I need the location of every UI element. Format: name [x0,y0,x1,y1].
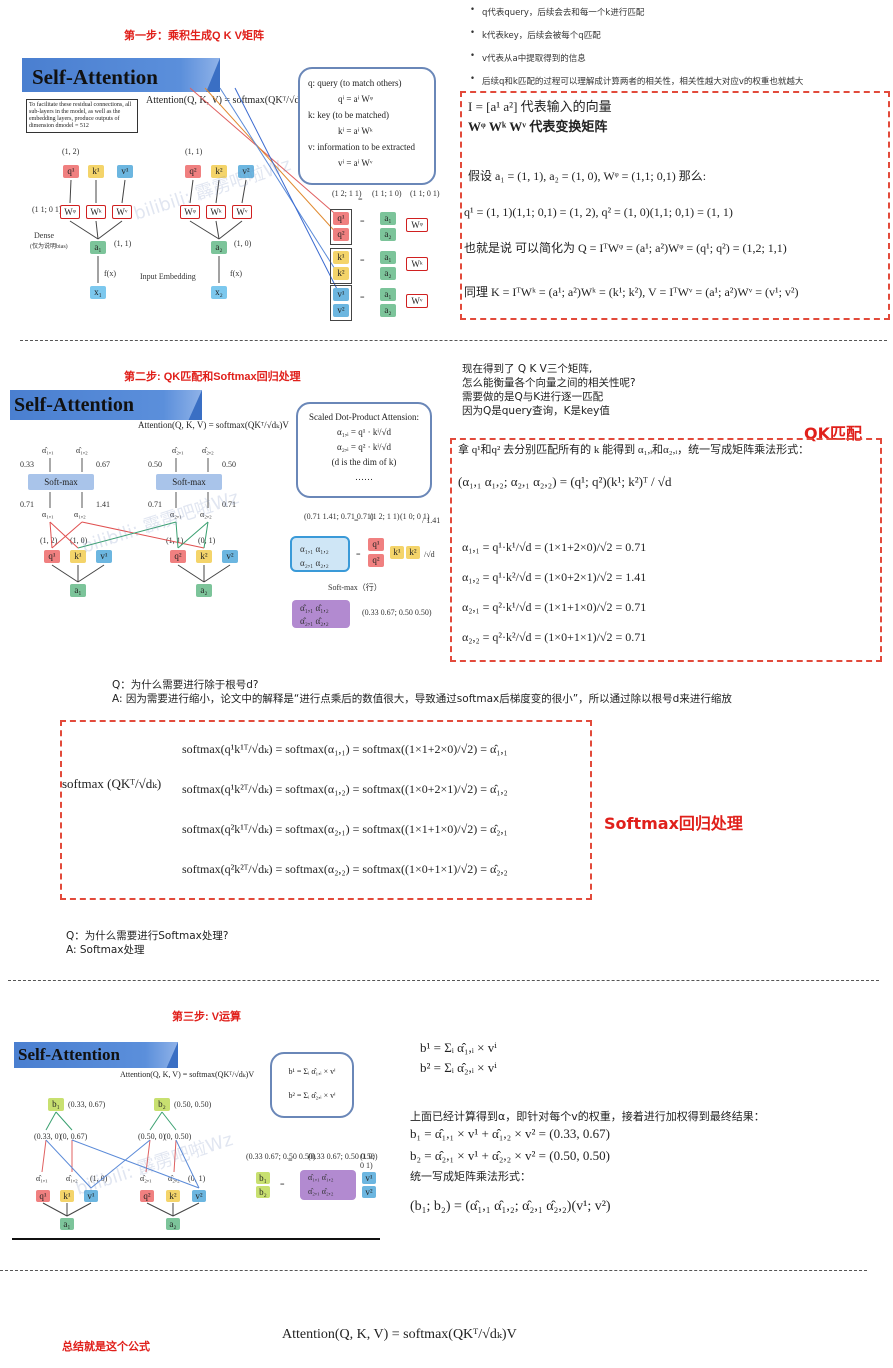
b-matrix: (b₁; b₂) = (α̂₁,₁ α̂₁,₂; α̂₂,₁ α̂₂,₂)(v¹… [410,1199,611,1214]
softmax-row: Soft-max（行） [328,583,382,592]
step1-math-box: I = [a¹ a²] 代表输入的向量 Wᵠ Wᵏ Wᵛ 代表变换矩阵 假设 a… [460,91,890,320]
scaled-dot-bubble: Scaled Dot-Product Attension: α₁,ᵢ = q¹ … [296,402,432,498]
separator-3 [0,1270,867,1271]
step1-title: 第一步：乘积生成Q K V矩阵 [124,30,264,42]
summary-formula: Attention(Q, K, V) = softmax(QKᵀ/√dₖ)V [282,1327,517,1342]
separator-2 [8,980,879,981]
b-definitions: b¹ = Σᵢ α̂₁,ᵢ × vⁱ b² = Σᵢ α̂₂,ᵢ × vⁱ [420,1040,497,1075]
answer-2: A: Softmax处理 [66,944,145,956]
step3-unify: 统一写成矩阵乘法形式： [410,1170,531,1183]
answer-1: A: 因为需要进行缩小，论文中的解释是“进行点乘后的数值很大，导致通过softm… [112,693,732,705]
step3-desc: 上面已经计算得到α，即针对每个v的权重，接着进行加权得到最终结果： [410,1110,765,1123]
question-1: Q：为什么需要进行除于根号d? [112,679,259,691]
step3-figure: Self-Attention Attention(Q, K, V) = soft… [12,1040,380,1240]
qk-match-box: 拿 q¹和q² 去分别匹配所有的 k 能得到 α₁,ᵢ和α₂,ᵢ，统一写成矩阵乘… [450,438,882,662]
b2-line: b₂ = α̂₂,₁ × v¹ + α̂₂,₂ × v² = (0.50, 0.… [410,1148,610,1163]
step2-figure: Self-Attention Attention(Q, K, V) = soft… [8,388,444,628]
summary-label: 总结就是这个公式 [62,1341,150,1353]
step2-title: 第二步: QK匹配和Softmax回归处理 [124,371,301,383]
step2-intro: 现在得到了 Q K V三个矩阵, 怎么能衡量各个向量之间的相关性呢? 需要做的是… [462,363,636,417]
separator-1 [20,340,887,341]
step1-figure: Self-Attention Attention(Q, K, V) = soft… [20,55,445,323]
softmax-left: softmax (QKᵀ/√dₖ) [62,776,162,791]
b1-line: b₁ = α̂₁,₁ × v¹ + α̂₁,₂ × v² = (0.33, 0.… [410,1126,610,1141]
step1-bullets: q代表query，后续会去和每一个k进行匹配 k代表key，后续会被每个q匹配 … [470,5,890,98]
softmax-box: softmax (QKᵀ/√dₖ) softmax(q¹k¹ᵀ/√dₖ) = s… [60,720,592,900]
qkv-bubble: q: query (to match others) qⁱ = aⁱ Wᵠ k:… [298,67,436,185]
b-bubble: b¹ = Σᵢ α̂₁,ᵢ × vⁱ b² = Σᵢ α̂₂,ᵢ × vⁱ [270,1052,354,1118]
question-2: Q：为什么需要进行Softmax处理? [66,930,229,942]
step3-title: 第三步: V运算 [172,1011,242,1023]
softmax-red-label: Softmax回归处理 [604,814,743,833]
